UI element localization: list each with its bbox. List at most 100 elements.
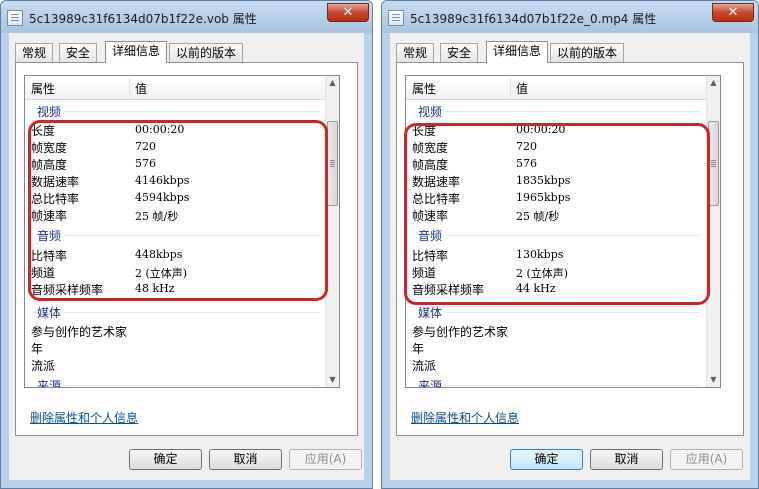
ok-button[interactable]: 确定 <box>129 449 202 470</box>
list-item[interactable]: 帧高度 576 <box>406 155 706 172</box>
vertical-scrollbar[interactable]: ▲ ▼ <box>706 76 720 387</box>
list-item[interactable]: 帧速率 25 帧/秒 <box>25 206 325 223</box>
tab-details[interactable]: 详细信息 <box>105 41 168 63</box>
property-value: 4594kbps <box>135 191 190 204</box>
property-value: 576 <box>135 157 156 170</box>
list-item[interactable]: 年 <box>406 339 706 356</box>
list-item[interactable]: 频道 2 (立体声) <box>406 263 706 280</box>
list-item[interactable]: 年 <box>25 339 325 356</box>
list-item[interactable]: 长度 00:00:20 <box>25 121 325 138</box>
cancel-button[interactable]: 取消 <box>590 449 663 470</box>
scroll-down-arrow-icon[interactable]: ▼ <box>707 373 720 387</box>
scroll-up-arrow-icon[interactable]: ▲ <box>326 76 339 90</box>
column-header-property[interactable]: 属性 <box>412 80 436 97</box>
apply-button[interactable]: 应用(A) <box>289 449 362 470</box>
group-video[interactable]: 视频 <box>25 102 325 120</box>
property-value: 25 帧/秒 <box>516 210 560 223</box>
list-item[interactable]: 总比特率 4594kbps <box>25 189 325 206</box>
window-title: 5c13989c31f6134d07b1f22e_0.mp4 属性 <box>410 12 657 26</box>
property-name: 比特率 <box>31 249 68 263</box>
list-item[interactable]: 帧宽度 720 <box>406 138 706 155</box>
close-button[interactable]: ✕ <box>327 3 369 22</box>
list-header: 属性 值 <box>406 76 706 100</box>
list-item[interactable]: 流派 <box>406 356 706 373</box>
property-value: 44 kHz <box>516 282 556 295</box>
property-value: 576 <box>516 157 537 170</box>
list-header: 属性 值 <box>25 76 325 100</box>
tab-general[interactable]: 常规 <box>15 43 54 62</box>
ok-button[interactable]: 确定 <box>510 449 583 470</box>
column-header-value[interactable]: 值 <box>516 80 528 97</box>
property-name: 比特率 <box>412 249 449 263</box>
property-name: 频道 <box>31 266 56 280</box>
list-item[interactable]: 音频采样频率 44 kHz <box>406 280 706 297</box>
tab-general[interactable]: 常规 <box>396 43 435 62</box>
scroll-up-arrow-icon[interactable]: ▲ <box>707 76 720 90</box>
close-button[interactable]: ✕ <box>712 3 754 22</box>
group-audio[interactable]: 音频 <box>406 226 706 244</box>
list-item[interactable]: 帧高度 576 <box>25 155 325 172</box>
details-panel: 属性 值 视频 长度 00:00:20 帧宽度 720 帧高度 576 数据速率 183… <box>396 62 744 436</box>
group-source[interactable]: 来源 <box>25 376 325 387</box>
property-name: 年 <box>412 342 425 356</box>
group-label: 视频 <box>37 103 66 120</box>
group-audio[interactable]: 音频 <box>25 226 325 244</box>
list-item[interactable]: 帧速率 25 帧/秒 <box>406 206 706 223</box>
property-name: 音频采样频率 <box>31 283 104 297</box>
list-item[interactable]: 频道 2 (立体声) <box>25 263 325 280</box>
tab-previous-versions[interactable]: 以前的版本 <box>169 43 244 62</box>
column-header-value[interactable]: 值 <box>135 80 147 97</box>
list-item[interactable]: 数据速率 1835kbps <box>406 172 706 189</box>
column-separator[interactable] <box>510 78 511 98</box>
group-label: 音频 <box>418 227 447 244</box>
list-item[interactable]: 参与创作的艺术家 <box>25 322 325 339</box>
property-list[interactable]: 属性 值 视频 长度 00:00:20 帧宽度 720 帧高度 576 数据速率 183… <box>405 75 721 388</box>
column-separator[interactable] <box>129 78 130 98</box>
list-item[interactable]: 比特率 448kbps <box>25 246 325 263</box>
group-media[interactable]: 媒体 <box>406 303 706 321</box>
dialog-client: 常规 安全 详细信息 以前的版本 属性 值 视频 长度 00:00:20 帧宽度 7… <box>390 33 750 480</box>
group-divider <box>418 235 700 236</box>
vertical-scrollbar[interactable]: ▲ ▼ <box>325 76 339 387</box>
property-value: 130kbps <box>516 248 564 261</box>
list-item[interactable]: 音频采样频率 48 kHz <box>25 280 325 297</box>
scroll-thumb[interactable] <box>327 121 338 206</box>
tab-security[interactable]: 安全 <box>59 43 98 62</box>
property-value: 720 <box>135 140 156 153</box>
property-name: 音频采样频率 <box>412 283 485 297</box>
column-header-property[interactable]: 属性 <box>31 80 55 97</box>
property-name: 参与创作的艺术家 <box>412 325 509 339</box>
list-item[interactable]: 比特率 130kbps <box>406 246 706 263</box>
properties-dialog-vob: 5c13989c31f6134d07b1f22e.vob 属性 ✕ 常规 安全 … <box>0 0 373 489</box>
list-item[interactable]: 数据速率 4146kbps <box>25 172 325 189</box>
group-label: 媒体 <box>418 304 447 321</box>
list-item[interactable]: 参与创作的艺术家 <box>406 322 706 339</box>
list-item[interactable]: 流派 <box>25 356 325 373</box>
tab-previous-versions[interactable]: 以前的版本 <box>550 43 625 62</box>
list-item[interactable]: 长度 00:00:20 <box>406 121 706 138</box>
scroll-down-arrow-icon[interactable]: ▼ <box>326 373 339 387</box>
apply-button[interactable]: 应用(A) <box>670 449 743 470</box>
group-source[interactable]: 来源 <box>406 376 706 387</box>
scroll-thumb[interactable] <box>708 121 719 206</box>
remove-properties-link[interactable]: 删除属性和个人信息 <box>30 409 138 426</box>
property-name: 帧高度 <box>31 158 68 172</box>
window-title: 5c13989c31f6134d07b1f22e.vob 属性 <box>29 12 257 26</box>
property-list[interactable]: 属性 值 视频 长度 00:00:20 帧宽度 720 帧高度 576 数据速率 414… <box>24 75 340 388</box>
property-value: 2 (立体声) <box>516 267 569 280</box>
group-video[interactable]: 视频 <box>406 102 706 120</box>
property-value: 2 (立体声) <box>135 267 188 280</box>
group-media[interactable]: 媒体 <box>25 303 325 321</box>
file-icon <box>388 10 404 26</box>
group-label: 音频 <box>37 227 66 244</box>
list-item[interactable]: 总比特率 1965kbps <box>406 189 706 206</box>
tab-details[interactable]: 详细信息 <box>486 41 549 63</box>
remove-properties-link[interactable]: 删除属性和个人信息 <box>411 409 519 426</box>
tab-security[interactable]: 安全 <box>440 43 479 62</box>
title-bar: 5c13989c31f6134d07b1f22e_0.mp4 属性 ✕ <box>382 1 758 33</box>
list-item[interactable]: 帧宽度 720 <box>25 138 325 155</box>
list-rows: 视频 长度 00:00:20 帧宽度 720 帧高度 576 数据速率 1835kbps… <box>406 100 706 387</box>
cancel-button[interactable]: 取消 <box>209 449 282 470</box>
group-divider <box>37 312 319 313</box>
property-name: 总比特率 <box>412 192 461 206</box>
